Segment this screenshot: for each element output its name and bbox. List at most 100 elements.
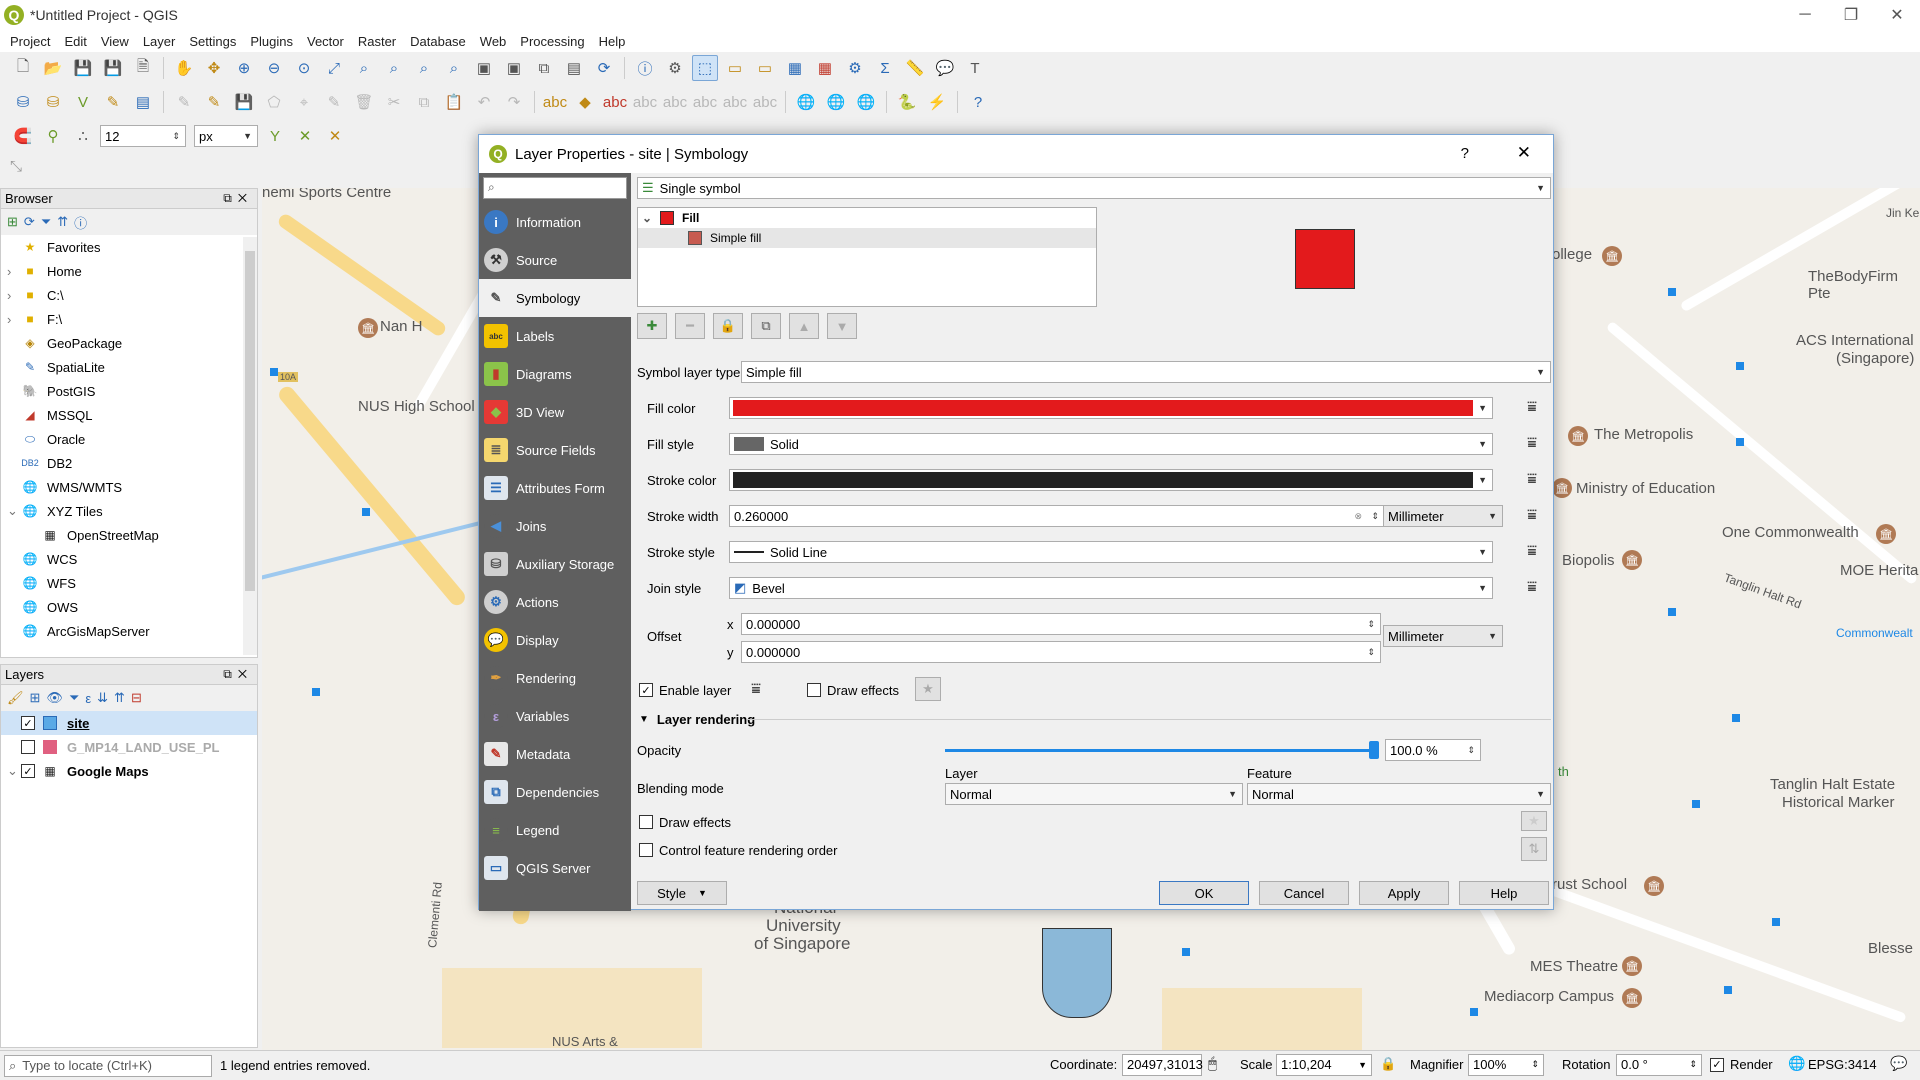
data-defined-override-icon[interactable]: ⩸ bbox=[1519, 541, 1545, 563]
layer-checkbox[interactable]: ✓ bbox=[21, 764, 35, 778]
layer-rendering-section[interactable]: ▼ Layer rendering bbox=[639, 709, 755, 729]
toggle-editing-icon[interactable]: ✎ bbox=[201, 89, 227, 115]
sidebar-item-metadata[interactable]: ✎ Metadata bbox=[479, 735, 631, 773]
add-symbol-layer-icon[interactable]: ✚ bbox=[637, 313, 667, 339]
browser-item[interactable]: ◈ GeoPackage bbox=[1, 331, 257, 355]
sidebar-item-3d-view[interactable]: ◆ 3D View bbox=[479, 393, 631, 431]
zoom-next-icon[interactable]: ⌕ bbox=[441, 55, 467, 81]
data-defined-override-icon[interactable]: ⩸ bbox=[743, 679, 769, 701]
menu-help[interactable]: Help bbox=[592, 34, 633, 49]
toggle-extents-icon[interactable]: 🖱 bbox=[1208, 1055, 1217, 1072]
sidebar-item-joins[interactable]: ◀ Joins bbox=[479, 507, 631, 545]
stroke-width-input[interactable]: 0.260000 ⊗ ⇕ bbox=[729, 505, 1385, 527]
sidebar-item-rendering[interactable]: ✒ Rendering bbox=[479, 659, 631, 697]
remove-layer-icon[interactable]: ⊟ bbox=[131, 690, 142, 706]
browser-item[interactable]: › ■ Home bbox=[1, 259, 257, 283]
paste-icon[interactable]: 📋 bbox=[441, 89, 467, 115]
data-defined-override-icon[interactable]: ⩸ bbox=[1519, 469, 1545, 491]
digitizing-icon[interactable]: ⤡ bbox=[10, 158, 22, 175]
fill-color-button[interactable]: ▼ bbox=[729, 397, 1493, 419]
layer-item-google-maps[interactable]: ⌄ ✓ ▦ Google Maps bbox=[1, 759, 257, 783]
dialog-help-button[interactable]: ? bbox=[1461, 145, 1469, 162]
lock-scale-icon[interactable]: 🔒 bbox=[1380, 1056, 1396, 1072]
sidebar-item-symbology[interactable]: ✎ Symbology bbox=[479, 279, 631, 317]
offset-unit-select[interactable]: Millimeter ▼ bbox=[1383, 625, 1503, 647]
browser-item[interactable]: ⌄ 🌐 XYZ Tiles bbox=[1, 499, 257, 523]
browser-item[interactable]: 🌐 OWS bbox=[1, 595, 257, 619]
add-selected-icon[interactable]: ⊞ bbox=[7, 214, 18, 230]
wms-layer-icon[interactable]: 🌐 bbox=[793, 89, 819, 115]
dialog-close-button[interactable]: ✕ bbox=[1517, 143, 1531, 163]
label-toolbar-icon[interactable]: abc bbox=[542, 89, 568, 115]
select-by-value-icon[interactable]: ▭ bbox=[752, 55, 778, 81]
attribute-table-icon[interactable]: ▦ bbox=[782, 55, 808, 81]
opacity-input[interactable]: 100.0 % ⇕ bbox=[1385, 739, 1481, 761]
close-window-button[interactable]: ✕ bbox=[1874, 0, 1920, 30]
identify-icon[interactable]: ⓘ bbox=[632, 55, 658, 81]
browser-scrollbar[interactable] bbox=[243, 237, 257, 655]
sidebar-item-information[interactable]: i Information bbox=[479, 203, 631, 241]
collapse-all-layers-icon[interactable]: ⇈ bbox=[114, 690, 125, 706]
snapping-tolerance-input[interactable]: 12 ⇕ bbox=[100, 125, 186, 147]
modify-attributes-icon[interactable]: ✎ bbox=[321, 89, 347, 115]
snapping-unit-select[interactable]: px ▼ bbox=[194, 125, 258, 147]
effects-star-icon[interactable]: ★ bbox=[1521, 811, 1547, 831]
expand-all-icon[interactable]: ⇊ bbox=[97, 690, 108, 706]
magnifier-input[interactable]: 100% ⇕ bbox=[1468, 1054, 1544, 1076]
menu-view[interactable]: View bbox=[94, 34, 136, 49]
sidebar-item-labels[interactable]: abc Labels bbox=[479, 317, 631, 355]
layer-checkbox[interactable]: ✓ bbox=[21, 716, 35, 730]
minimize-button[interactable]: ─ bbox=[1782, 0, 1828, 30]
remove-symbol-layer-icon[interactable]: ━ bbox=[675, 313, 705, 339]
tracing-icon[interactable]: ✕ bbox=[322, 123, 348, 149]
new-shapefile-icon[interactable]: V bbox=[70, 89, 96, 115]
sidebar-item-qgis-server[interactable]: ▭ QGIS Server bbox=[479, 849, 631, 887]
sidebar-item-diagrams[interactable]: ▮ Diagrams bbox=[479, 355, 631, 393]
data-defined-override-icon[interactable]: ⩸ bbox=[1519, 397, 1545, 419]
maximize-button[interactable]: ❐ bbox=[1828, 0, 1874, 30]
select-features-icon[interactable]: ⬚ bbox=[692, 55, 718, 81]
browser-item[interactable]: 🌐 ArcGisMapServer bbox=[1, 619, 257, 643]
sidebar-item-auxiliary-storage[interactable]: ⛁ Auxiliary Storage bbox=[479, 545, 631, 583]
label-move-icon[interactable]: abc bbox=[632, 89, 658, 115]
zoom-last-icon[interactable]: ⌕ bbox=[411, 55, 437, 81]
help-button[interactable]: Help bbox=[1459, 881, 1549, 905]
current-edits-icon[interactable]: ✎ bbox=[171, 89, 197, 115]
snapping-magnet-icon[interactable]: 🧲 bbox=[10, 123, 36, 149]
data-source-manager-icon[interactable]: ⛁ bbox=[10, 89, 36, 115]
new-virtual-layer-icon[interactable]: ▤ bbox=[130, 89, 156, 115]
cut-icon[interactable]: ✂ bbox=[381, 89, 407, 115]
snapping-intersection-icon[interactable]: ✕ bbox=[292, 123, 318, 149]
delete-selected-icon[interactable]: 🗑 bbox=[351, 89, 377, 115]
bookmarks-icon[interactable]: ⧉ bbox=[531, 55, 557, 81]
label-property-icon[interactable]: abc bbox=[752, 89, 778, 115]
text-annotation-icon[interactable]: T bbox=[962, 55, 988, 81]
opacity-slider-handle[interactable] bbox=[1369, 741, 1379, 759]
control-rendering-order-checkbox[interactable]: Control feature rendering order bbox=[639, 839, 838, 861]
layer-item-land-use[interactable]: G_MP14_LAND_USE_PL bbox=[1, 735, 257, 759]
field-calculator-icon[interactable]: ▦ bbox=[812, 55, 838, 81]
plugin-icon[interactable]: ⚡ bbox=[924, 89, 950, 115]
zoom-native-icon[interactable]: ⊙ bbox=[291, 55, 317, 81]
rotation-input[interactable]: 0.0 ° ⇕ bbox=[1616, 1054, 1702, 1076]
sidebar-item-legend[interactable]: ≡ Legend bbox=[479, 811, 631, 849]
panel-controls[interactable]: ⧉✕ bbox=[223, 667, 253, 682]
browser-item[interactable]: ★ Favorites bbox=[1, 235, 257, 259]
sidebar-search-input[interactable]: ⌕ bbox=[483, 177, 627, 199]
symbol-layer-type-select[interactable]: Simple fill ▼ bbox=[741, 361, 1551, 383]
sidebar-item-variables[interactable]: ε Variables bbox=[479, 697, 631, 735]
snapping-mode-icon[interactable]: ⚲ bbox=[40, 123, 66, 149]
sidebar-item-display[interactable]: 💬 Display bbox=[479, 621, 631, 659]
cancel-button[interactable]: Cancel bbox=[1259, 881, 1349, 905]
stroke-color-button[interactable]: ▼ bbox=[729, 469, 1493, 491]
save-edits-icon[interactable]: 💾 bbox=[231, 89, 257, 115]
browser-item[interactable]: 🐘 PostGIS bbox=[1, 379, 257, 403]
menu-settings[interactable]: Settings bbox=[182, 34, 243, 49]
scale-select[interactable]: 1:10,204 ▼ bbox=[1276, 1054, 1372, 1076]
browser-item[interactable]: 🌐 WMS/WMTS bbox=[1, 475, 257, 499]
snapping-type-icon[interactable]: ∴ bbox=[70, 123, 96, 149]
undo-icon[interactable]: ↶ bbox=[471, 89, 497, 115]
data-defined-override-icon[interactable]: ⩸ bbox=[1519, 433, 1545, 455]
coordinate-input[interactable]: 20497,31013 bbox=[1122, 1054, 1203, 1076]
browser-item[interactable]: ✎ SpatiaLite bbox=[1, 355, 257, 379]
